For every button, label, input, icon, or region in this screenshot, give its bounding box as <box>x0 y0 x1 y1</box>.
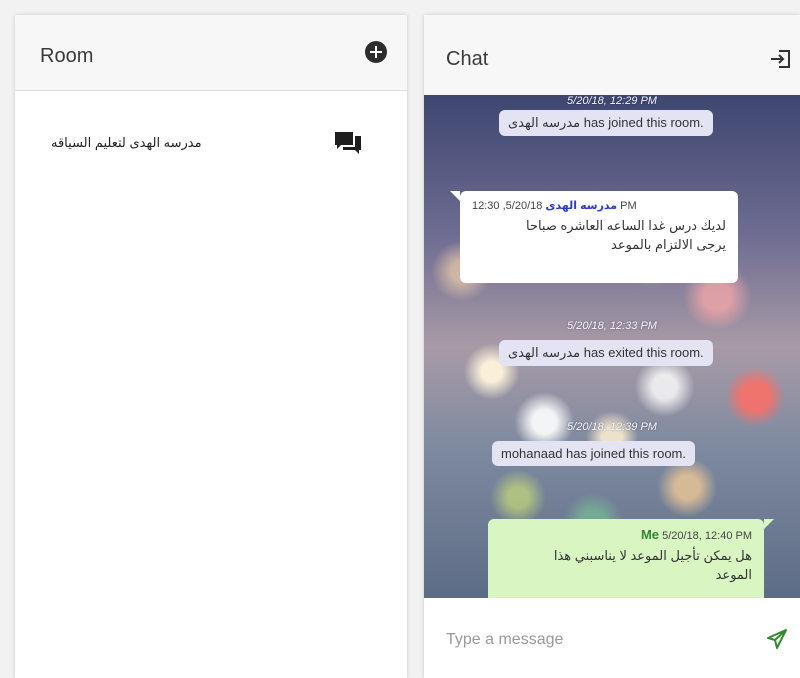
chat-panel: Chat 5/20/18, 12:29 PM مدرسه الهدى has j… <box>424 15 800 678</box>
system-message: mohanaad has joined this room. <box>492 441 696 466</box>
room-panel-title: Room <box>40 45 94 67</box>
add-room-icon[interactable] <box>365 41 387 63</box>
message-line: الموعد <box>715 567 752 582</box>
message-timestamp: 5/20/18, 12:33 PM <box>567 320 657 332</box>
room-panel: Room مدرسه الهدى لتعليم السياقه <box>15 15 407 678</box>
exit-room-icon[interactable] <box>769 47 793 71</box>
message-meta: مدرسه الهدى 5/20/18, 12:30 PM <box>472 199 726 212</box>
chat-bubbles-icon <box>335 132 361 154</box>
outgoing-message: Me 5/20/18, 12:40 PM هل يمكن تأجيل الموع… <box>488 519 774 598</box>
messages-area[interactable]: 5/20/18, 12:29 PM مدرسه الهدى has joined… <box>424 95 800 598</box>
system-message: مدرسه الهدى has joined this room. <box>499 110 713 136</box>
room-name: مدرسه الهدى لتعليم السياقه <box>51 135 202 150</box>
message-sender: Me <box>640 527 660 542</box>
message-timestamp: 5/20/18, 12:39 PM <box>567 421 657 433</box>
message-timestamp: 5/20/18, 12:29 PM <box>567 95 657 107</box>
incoming-message: مدرسه الهدى 5/20/18, 12:30 PM لديك درس غ… <box>450 191 738 283</box>
message-time: 5/20/18, 12:40 PM <box>662 530 752 542</box>
chat-panel-title: Chat <box>446 48 489 70</box>
message-input[interactable] <box>446 628 746 652</box>
chat-header: Chat <box>424 15 800 95</box>
message-line: لديك درس غدا الساعه العاشره صباحا <box>525 218 726 233</box>
message-meta: Me 5/20/18, 12:40 PM <box>500 527 752 542</box>
message-line: يرجى الالتزام بالموعد <box>611 237 726 252</box>
room-header: Room <box>15 15 407 91</box>
message-input-bar <box>424 598 800 678</box>
message-text: لديك درس غدا الساعه العاشره صباحا يرجى ا… <box>472 216 726 254</box>
system-message: مدرسه الهدى has exited this room. <box>499 340 713 366</box>
send-icon[interactable] <box>766 628 788 650</box>
message-text: هل يمكن تأجيل الموعد لا يناسبني هذا المو… <box>500 546 752 584</box>
message-sender: مدرسه الهدى <box>545 200 618 212</box>
message-line: هل يمكن تأجيل الموعد لا يناسبني هذا <box>553 548 752 563</box>
room-list-item[interactable]: مدرسه الهدى لتعليم السياقه <box>15 91 407 171</box>
